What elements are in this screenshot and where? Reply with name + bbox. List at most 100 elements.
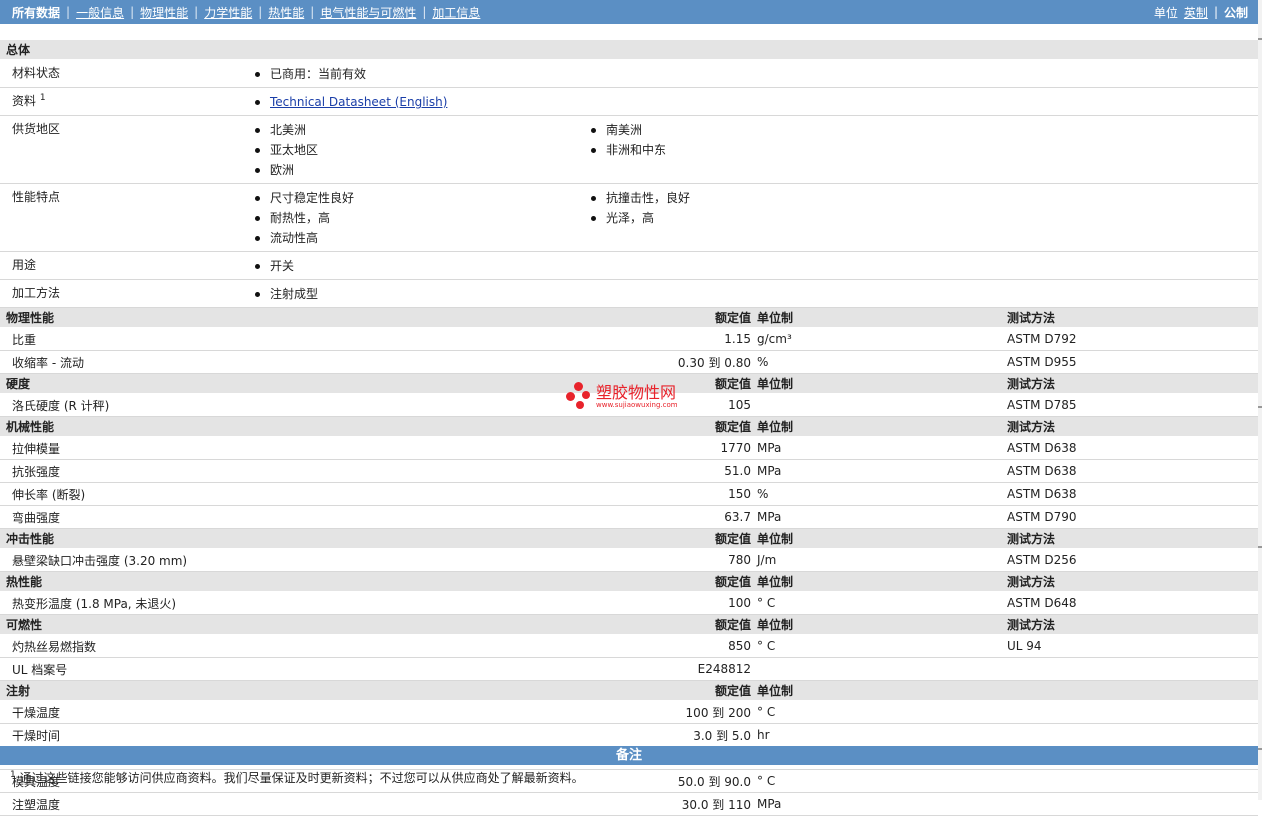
property-row: 注塑温度 30.0 到 110 MPa <box>0 792 1259 816</box>
property-value: 51.0 <box>253 459 757 483</box>
list-item: 尺寸稳定性良好 <box>253 188 589 208</box>
nav-tab-1[interactable]: 一般信息 <box>70 4 130 21</box>
list-item: 南美洲 <box>589 120 925 140</box>
property-name: 抗张强度 <box>0 459 253 483</box>
unit-switcher: 单位 英制 | 公制 <box>1154 4 1258 21</box>
property-unit: ° C <box>757 591 1007 615</box>
header-method: 测试方法 <box>1007 528 1259 549</box>
bullet-icon <box>255 127 260 133</box>
section-header-general: 总体 <box>0 40 1259 60</box>
property-unit: % <box>757 350 1007 374</box>
unit-metric-selected[interactable]: 公制 <box>1224 4 1248 21</box>
bullet-icon <box>255 147 260 153</box>
general-row-values: 开关 <box>253 251 1259 280</box>
list-item-text: 耐热性，高 <box>270 211 331 225</box>
property-row: 拉伸模量 1770 MPa ASTM D638 <box>0 436 1259 460</box>
header-value: 额定值 <box>253 528 757 549</box>
list-item: 亚太地区 <box>253 140 589 160</box>
property-value: 3.0 到 5.0 <box>253 723 757 747</box>
property-method: UL 94 <box>1007 634 1259 658</box>
nav-tab-3[interactable]: 力学性能 <box>198 4 258 21</box>
property-name: 弯曲强度 <box>0 505 253 529</box>
property-method: ASTM D256 <box>1007 548 1259 572</box>
list-item: 耐热性，高 <box>253 208 589 228</box>
section-header: 机械性能 额定值 单位制 测试方法 <box>0 416 1259 437</box>
watermark-en: www.sujiaowuxing.com <box>596 400 678 409</box>
page-scrollbar[interactable] <box>1258 0 1262 800</box>
property-row: 收缩率 - 流动 0.30 到 0.80% ASTM D955 <box>0 350 1259 374</box>
property-row: 悬壁梁缺口冲击强度 (3.20 mm) 780 J/m ASTM D256 <box>0 548 1259 572</box>
datasheet-link[interactable]: Technical Datasheet (English) <box>270 92 447 112</box>
list-item-text: 已商用：当前有效 <box>270 67 367 81</box>
bullet-list: Technical Datasheet (English) <box>253 92 1258 112</box>
property-value: 105 <box>253 393 757 417</box>
bullet-icon <box>255 263 260 269</box>
general-row-label: 性能特点 <box>0 183 253 252</box>
property-method: ASTM D638 <box>1007 459 1259 483</box>
bullet-list: 注射成型 <box>253 284 1258 304</box>
units-label: 单位 <box>1153 5 1178 20</box>
nav-tab-0[interactable]: 所有数据 <box>6 4 66 21</box>
property-value: 0.30 到 0.80 <box>253 350 757 374</box>
general-label-text: 供货地区 <box>12 122 61 136</box>
bullet-icon <box>255 235 260 241</box>
header-method <box>1007 680 1259 701</box>
section-header: 物理性能 额定值 单位制 测试方法 <box>0 307 1259 328</box>
property-value: 1770 <box>253 436 757 460</box>
list-item-text: 抗撞击性，良好 <box>606 191 691 205</box>
section-title: 机械性能 <box>0 416 253 437</box>
property-method: ASTM D785 <box>1007 393 1259 417</box>
property-row: UL 档案号 E248812 <box>0 657 1259 681</box>
property-value: 780 <box>253 548 757 572</box>
section-title: 注射 <box>0 680 253 701</box>
list-item: 注射成型 <box>253 284 318 304</box>
header-value: 额定值 <box>253 680 757 701</box>
nav-tab-5[interactable]: 电气性能与可燃性 <box>314 4 422 21</box>
unit-imperial-link[interactable]: 英制 <box>1184 4 1208 21</box>
header-unit: 单位制 <box>757 373 1007 394</box>
bullet-list: 开关 <box>253 256 1258 276</box>
general-row: 供货地区 北美洲 南美洲 亚太地区 非洲和中东 欧洲 <box>0 115 1259 184</box>
list-item: 光泽，高 <box>589 208 925 228</box>
general-row-values: Technical Datasheet (English) <box>253 87 1259 116</box>
general-row-label: 供货地区 <box>0 115 253 184</box>
property-name: 悬壁梁缺口冲击强度 (3.20 mm) <box>0 548 253 572</box>
property-method: ASTM D790 <box>1007 505 1259 529</box>
unit-separator: | <box>1213 5 1218 19</box>
bullet-icon <box>591 195 596 201</box>
watermark-cn: 塑胶物性网 <box>596 382 677 402</box>
bullet-icon <box>255 215 260 221</box>
bullet-icon <box>255 195 260 201</box>
property-name: 热变形温度 (1.8 MPa, 未退火) <box>0 591 253 615</box>
section-title: 冲击性能 <box>0 528 253 549</box>
property-method: ASTM D955 <box>1007 350 1259 374</box>
section-title: 热性能 <box>0 571 253 592</box>
property-method <box>1007 657 1259 681</box>
property-unit: MPa <box>757 459 1007 483</box>
general-row-values: 尺寸稳定性良好 抗撞击性，良好 耐热性，高 光泽，高 流动性高 <box>253 183 1259 252</box>
property-row: 抗张强度 51.0 MPa ASTM D638 <box>0 459 1259 483</box>
property-unit: % <box>757 482 1007 506</box>
nav-tab-6[interactable]: 加工信息 <box>426 4 486 21</box>
property-name: 收缩率 - 流动 <box>0 350 253 374</box>
property-method: ASTM D638 <box>1007 482 1259 506</box>
top-nav-bar: 所有数据 | 一般信息 | 物理性能 | 力学性能 | 热性能 | 电气性能与可燃性 | 加工信息 单位… <box>0 0 1258 24</box>
property-name: UL 档案号 <box>0 657 253 681</box>
datasheet-content: 总体 材料状态 已商用：当前有效 资料 1 Technical Datasheet (E… <box>0 40 1259 816</box>
header-value: 额定值 <box>253 571 757 592</box>
property-row: 弯曲强度 63.7 MPa ASTM D790 <box>0 505 1259 529</box>
section-header: 冲击性能 额定值 单位制 测试方法 <box>0 528 1259 549</box>
header-value: 额定值 <box>253 416 757 437</box>
nav-tab-2[interactable]: 物理性能 <box>134 4 194 21</box>
nav-tab-4[interactable]: 热性能 <box>262 4 310 21</box>
list-item: 已商用：当前有效 <box>253 64 366 84</box>
property-method <box>1007 792 1259 816</box>
footnote-ref: 1 <box>39 93 46 103</box>
watermark-dots-icon <box>566 382 594 410</box>
list-item-text: 南美洲 <box>606 123 643 137</box>
list-item: 欧洲 <box>253 160 589 180</box>
property-name: 干燥温度 <box>0 700 253 724</box>
general-row: 资料 1 Technical Datasheet (English) <box>0 87 1259 116</box>
header-value: 额定值 <box>253 614 757 635</box>
property-name: 拉伸模量 <box>0 436 253 460</box>
